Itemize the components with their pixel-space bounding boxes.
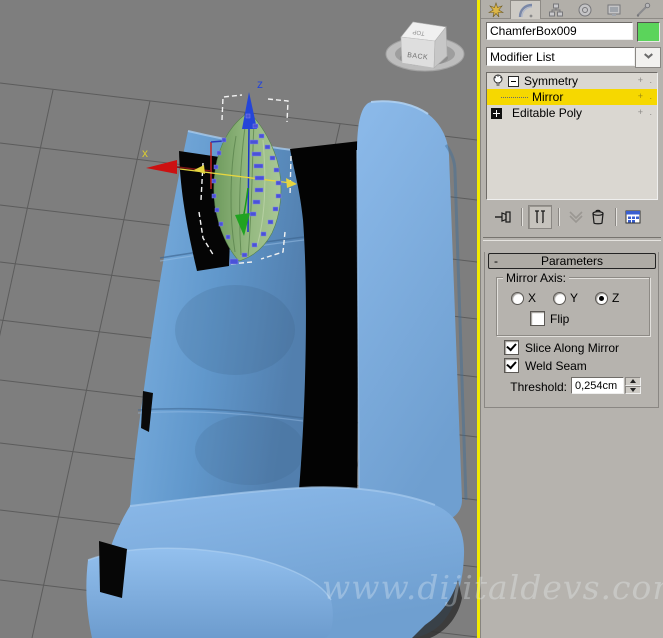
modifier-list-dropdown[interactable]: Modifier List <box>486 47 635 66</box>
make-unique-button[interactable] <box>565 206 587 228</box>
tab-hierarchy[interactable] <box>541 0 570 18</box>
radio-icon[interactable] <box>595 291 609 305</box>
stack-row-symmetry[interactable]: Symmetry + . <box>487 73 657 89</box>
couch-shadow-bottom-left <box>99 541 127 598</box>
bulb-icon[interactable] <box>492 74 504 88</box>
slice-along-mirror-checkbox[interactable] <box>504 340 519 355</box>
parameters-rollout-header[interactable]: - Parameters <box>488 253 656 269</box>
stack-row-label: Symmetry <box>524 74 578 88</box>
create-icon <box>487 2 504 18</box>
axis-z-label: z <box>257 77 263 91</box>
collapse-box-icon[interactable] <box>508 75 519 87</box>
stack-toolbar <box>481 203 663 231</box>
stack-row-editable-poly[interactable]: Editable Poly + . <box>487 105 657 121</box>
radio-axis-x[interactable]: X <box>511 291 536 305</box>
stack-edge-marks: + . <box>637 91 654 101</box>
stack-edge-marks: + . <box>637 107 654 117</box>
tab-motion[interactable] <box>570 0 599 18</box>
flip-checkbox-row[interactable]: Flip <box>530 311 569 326</box>
radio-label: Z <box>612 291 620 305</box>
max-window: z x TOP BACK ChamferBox009 Modifier List… <box>0 0 663 638</box>
motion-icon <box>578 3 591 17</box>
weld-seam-checkbox[interactable] <box>504 358 519 373</box>
modifier-list-row: Modifier List <box>481 47 663 68</box>
configure-modifier-sets-icon <box>625 210 641 224</box>
spinner-down-button[interactable] <box>625 385 641 394</box>
radio-icon[interactable] <box>511 291 524 305</box>
pin-stack-button[interactable] <box>493 206 515 228</box>
radio-label: X <box>528 291 537 305</box>
couch-side-panel[interactable] <box>357 101 462 524</box>
tab-utilities[interactable] <box>628 0 657 18</box>
radio-label: Y <box>570 291 579 305</box>
stack-edge-marks: + . <box>637 75 654 85</box>
make-unique-icon <box>569 211 583 224</box>
configure-modifier-sets-button[interactable] <box>622 206 644 228</box>
pin-stack-icon <box>495 211 511 223</box>
mirror-axis-radios: X Y Z <box>511 291 619 305</box>
utilities-icon <box>636 2 650 17</box>
spinner-up-button[interactable] <box>625 377 641 386</box>
remove-modifier-button[interactable] <box>587 206 609 228</box>
tab-display[interactable] <box>599 0 628 18</box>
radio-icon[interactable] <box>553 291 567 305</box>
arrow-up-icon <box>630 379 636 384</box>
command-panel: Modifier List Symmetry + . Mirror + . <box>481 0 663 638</box>
chevron-down-icon <box>644 55 652 60</box>
rollout-title: Parameters <box>540 254 604 268</box>
stack-row-label: Mirror <box>532 90 564 104</box>
mirror-axis-group: Mirror Axis: X Y Z Flip <box>496 271 650 336</box>
show-end-result-button[interactable] <box>528 205 552 229</box>
expand-box-icon[interactable] <box>491 107 502 119</box>
threshold-field[interactable] <box>571 377 624 394</box>
object-name-row <box>481 22 663 42</box>
modify-icon <box>518 3 532 18</box>
tab-create[interactable] <box>481 0 510 18</box>
command-panel-tabs <box>481 0 663 19</box>
trash-icon <box>592 209 604 225</box>
arrow-down-icon <box>630 387 636 392</box>
mirror-axis-label: Mirror Axis: <box>503 271 569 285</box>
stack-row-mirror[interactable]: Mirror + . <box>487 89 657 105</box>
object-color-swatch[interactable] <box>637 22 660 42</box>
threshold-label: Threshold: <box>510 380 567 394</box>
flip-label: Flip <box>550 311 570 326</box>
stack-row-label: Editable Poly <box>512 106 583 120</box>
flip-checkbox[interactable] <box>530 311 545 326</box>
modifier-stack: Symmetry + . Mirror + . Editable Poly + … <box>486 72 658 200</box>
weld-seam-label: Weld Seam <box>525 358 587 373</box>
panel-divider <box>483 237 661 241</box>
display-icon <box>607 4 620 16</box>
threshold-spinner <box>625 377 641 394</box>
slice-along-mirror-label: Slice Along Mirror <box>525 340 620 355</box>
modifier-list-arrow-button[interactable] <box>635 47 661 68</box>
viewport[interactable]: z x TOP BACK <box>0 0 478 638</box>
weld-seam-row[interactable]: Weld Seam <box>504 358 587 373</box>
radio-axis-z[interactable]: Z <box>595 291 619 305</box>
radio-axis-y[interactable]: Y <box>553 291 578 305</box>
tree-branch-line <box>501 96 528 98</box>
tab-modify[interactable] <box>510 0 541 19</box>
parameters-rollout: - Parameters Mirror Axis: X Y Z Flip Sli… <box>484 252 659 408</box>
show-end-result-icon <box>535 210 545 224</box>
object-name-field[interactable] <box>486 22 633 40</box>
hierarchy-icon <box>548 3 563 17</box>
slice-along-mirror-row[interactable]: Slice Along Mirror <box>504 340 619 355</box>
axis-x-label: x <box>142 146 148 160</box>
